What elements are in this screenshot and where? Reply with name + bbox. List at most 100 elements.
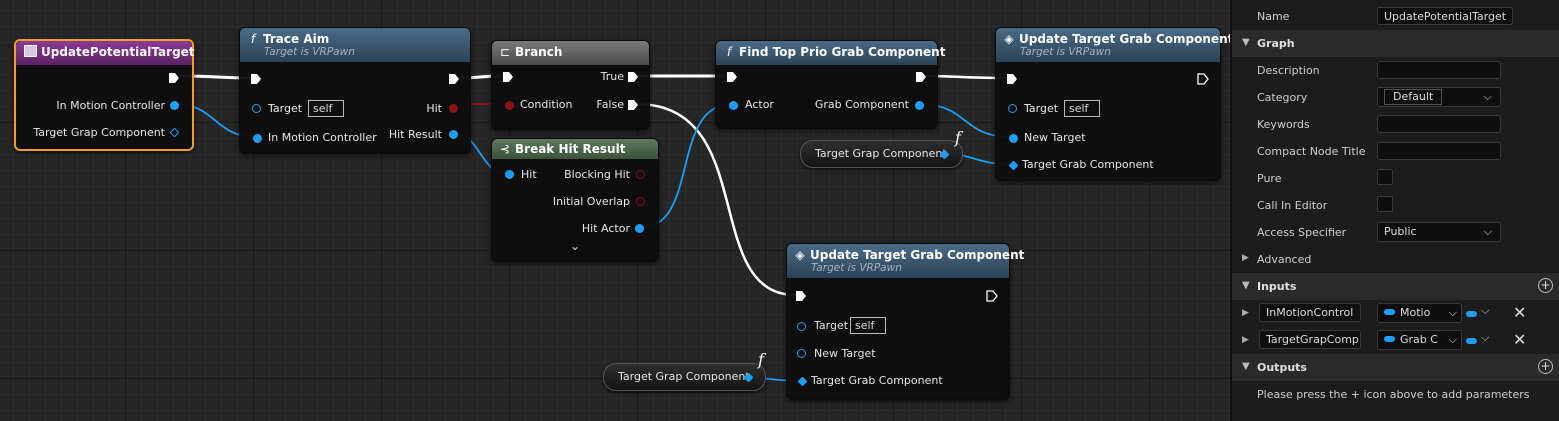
blueprint-graph-canvas[interactable]: UpdatePotentialTarget In Motion Controll… — [0, 0, 1230, 421]
row-category: Category Default ⌵ — [1232, 84, 1559, 111]
section-outputs[interactable]: ▼ Outputs + — [1232, 354, 1559, 381]
container-type-pill[interactable] — [1466, 338, 1477, 344]
node-header: f Find Top Prio Grab Component — [716, 41, 945, 65]
exec-in-pin[interactable] — [726, 71, 738, 83]
event-node-update-potential-target[interactable]: UpdatePotentialTarget In Motion Controll… — [14, 39, 195, 151]
access-specifier-dropdown[interactable]: Public ⌵ — [1377, 222, 1501, 242]
expand-chevron-icon[interactable]: ⌄ — [570, 239, 580, 253]
pin-hit-result[interactable] — [449, 130, 458, 139]
pin-in-motion-controller[interactable] — [253, 134, 262, 143]
section-inputs[interactable]: ▼ Inputs + — [1232, 273, 1559, 300]
exec-out-pin[interactable] — [1197, 73, 1209, 85]
input-name-field[interactable]: InMotionControl — [1259, 303, 1361, 322]
pin-target[interactable] — [252, 104, 261, 113]
category-dropdown[interactable]: Default ⌵ — [1377, 87, 1501, 107]
exec-in-pin[interactable] — [795, 290, 807, 302]
pure-checkbox[interactable] — [1377, 169, 1393, 185]
exec-out-pin[interactable] — [915, 71, 927, 83]
pin-blocking-hit[interactable] — [636, 170, 645, 179]
pin-label-new-target: New Target — [1024, 131, 1086, 144]
pin-target-grab-component[interactable] — [797, 376, 808, 387]
exec-in-pin[interactable] — [502, 71, 514, 83]
row-advanced[interactable]: ▶ Advanced — [1232, 246, 1559, 273]
remove-input-icon[interactable]: ✕ — [1513, 330, 1526, 349]
node-header: ⊏ Branch — [492, 41, 649, 65]
node-update-target-grab-component-bottom[interactable]: ◈ Update Target Grab Component Target is … — [786, 243, 1024, 400]
row-call-in-editor: Call In Editor — [1232, 192, 1559, 219]
add-output-button[interactable]: + — [1538, 359, 1553, 374]
expand-arrow-icon[interactable]: ▶ — [1242, 308, 1249, 318]
node-header: UpdatePotentialTarget — [16, 41, 195, 65]
node-subtitle: Target is VRPawn — [264, 46, 355, 58]
pin-condition[interactable] — [505, 101, 514, 110]
exec-out-pin[interactable] — [448, 73, 460, 85]
pin-hit[interactable] — [505, 170, 514, 179]
pin-label-target-grab-component: Target Grab Component — [1022, 158, 1154, 171]
node-trace-aim[interactable]: f Trace Aim Target is VRPawn Target self … — [239, 27, 471, 154]
exec-in-pin[interactable] — [250, 73, 262, 85]
pin-initial-overlap[interactable] — [636, 197, 645, 206]
variable-getter-target-grap-component-top[interactable]: Target Grap Component — [800, 140, 963, 168]
pin-hit[interactable] — [449, 104, 458, 113]
pin-in-motion-controller[interactable] — [170, 101, 179, 110]
node-title-wrap: ◈ Update Target Grab Component — [794, 248, 1024, 262]
pin-new-target[interactable] — [797, 349, 806, 358]
call-in-editor-checkbox[interactable] — [1377, 196, 1393, 212]
pin-label-in-motion-controller: In Motion Controller — [268, 131, 377, 144]
container-type-pill[interactable] — [1466, 311, 1477, 317]
node-title-wrap: ⊰ Break Hit Result — [499, 142, 625, 156]
input-type-dropdown[interactable]: Motio ⌵ — [1377, 303, 1462, 323]
node-break-hit-result[interactable]: ⊰ Break Hit Result Hit Blocking Hit Initi… — [491, 138, 659, 262]
input-type-dropdown[interactable]: Grab C ⌵ — [1377, 330, 1462, 350]
category-label: Category — [1257, 91, 1308, 104]
pin-target-grab-component[interactable] — [1008, 160, 1019, 171]
input-name-field[interactable]: TargetGrapComp — [1259, 330, 1361, 349]
category-value: Default — [1384, 89, 1443, 105]
variable-getter-target-grap-component-bottom[interactable]: Target Grap Component — [603, 363, 766, 391]
chevron-down-icon: ⌵ — [1448, 333, 1457, 346]
add-input-button[interactable]: + — [1538, 278, 1553, 293]
pin-label-target: Target — [814, 319, 849, 332]
chevron-down-icon[interactable]: ⌵ — [1481, 304, 1489, 318]
pin-hit-actor[interactable] — [635, 224, 644, 233]
pin-actor[interactable] — [729, 101, 738, 110]
section-label: Outputs — [1257, 361, 1307, 374]
variable-label: Target Grap Component — [618, 370, 750, 383]
details-panel: Name UpdatePotentialTarget ▼ Graph Descr… — [1230, 0, 1559, 421]
input-type-value: Motio — [1400, 306, 1431, 319]
node-subtitle: Target is VRPawn — [811, 262, 902, 274]
exec-out-pin[interactable] — [986, 290, 998, 302]
pin-label-hit: Hit — [521, 168, 537, 181]
node-header: ◈ Update Target Grab Component Target is … — [996, 28, 1230, 62]
chevron-down-icon[interactable]: ⌵ — [1481, 331, 1489, 345]
node-find-top-prio-grab-component[interactable]: f Find Top Prio Grab Component Actor Grab… — [715, 40, 945, 129]
target-self-field[interactable]: self — [308, 100, 344, 117]
expand-arrow-icon[interactable]: ▶ — [1242, 335, 1249, 345]
exec-out-pin[interactable] — [168, 72, 180, 84]
keywords-field[interactable] — [1377, 115, 1501, 133]
section-label: Graph — [1257, 37, 1295, 50]
pin-label-condition: Condition — [520, 98, 573, 111]
call-in-editor-label: Call In Editor — [1257, 199, 1328, 212]
chevron-down-icon: ⌵ — [1483, 225, 1492, 238]
target-self-field[interactable]: self — [1064, 100, 1100, 117]
exec-false-pin[interactable] — [627, 99, 639, 111]
exec-in-pin[interactable] — [1006, 73, 1018, 85]
pin-new-target[interactable] — [1009, 134, 1018, 143]
target-self-field[interactable]: self — [850, 317, 886, 334]
description-field[interactable] — [1377, 61, 1501, 79]
node-branch[interactable]: ⊏ Branch True Condition False — [491, 40, 650, 130]
row-compact-node-title: Compact Node Title — [1232, 138, 1559, 165]
section-graph[interactable]: ▼ Graph — [1232, 30, 1559, 57]
variable-label: Target Grap Component — [815, 147, 947, 160]
pin-grab-component[interactable] — [915, 101, 924, 110]
pin-target[interactable] — [797, 322, 806, 331]
compact-node-title-field[interactable] — [1377, 142, 1501, 160]
pin-target[interactable] — [1008, 104, 1017, 113]
node-update-target-grab-component-top[interactable]: ◈ Update Target Grab Component Target is … — [995, 27, 1230, 181]
function-icon: f — [726, 45, 732, 59]
pin-target-grap-component[interactable] — [169, 127, 180, 138]
remove-input-icon[interactable]: ✕ — [1513, 303, 1526, 322]
name-field[interactable]: UpdatePotentialTarget — [1377, 7, 1513, 25]
exec-true-pin[interactable] — [627, 71, 639, 83]
